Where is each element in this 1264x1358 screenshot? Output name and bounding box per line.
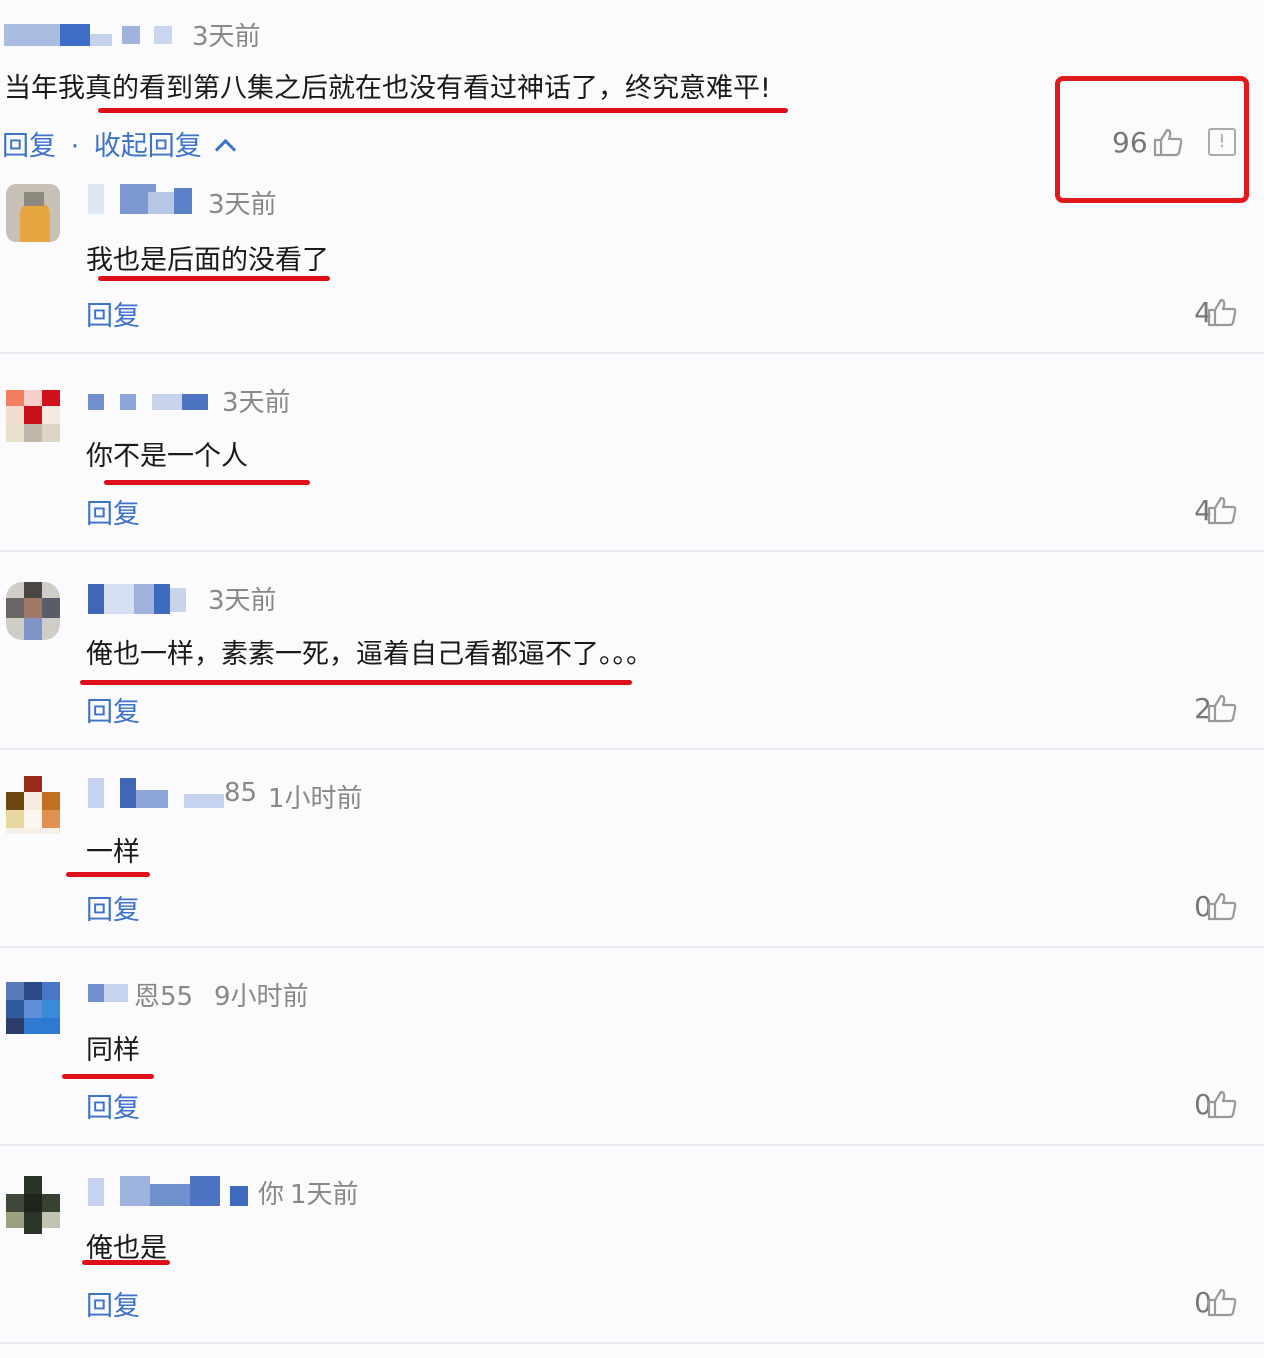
thumbs-up-icon[interactable] [1206, 1286, 1238, 1318]
red-underline [98, 108, 788, 113]
red-underline [62, 1074, 154, 1079]
reply-button[interactable]: 回复 [86, 1284, 140, 1323]
username-blurred[interactable] [88, 584, 198, 618]
divider [0, 1342, 1264, 1344]
reply-text: 你不是一个人 [86, 441, 248, 472]
reply-time: 1天前 [290, 1180, 359, 1210]
thumbs-up-icon[interactable] [1206, 1088, 1238, 1120]
username-suffix[interactable]: 你 [258, 1174, 284, 1211]
divider [0, 748, 1264, 750]
red-underline [104, 480, 310, 485]
avatar[interactable] [6, 582, 60, 640]
divider [0, 550, 1264, 552]
red-underline [82, 1260, 170, 1265]
reply-button[interactable]: 回复 [86, 1086, 140, 1125]
chevron-up-icon[interactable] [215, 138, 237, 161]
divider [0, 946, 1264, 948]
comment-actions: 回复 · 收起回复 [2, 124, 237, 163]
reply-button[interactable]: 回复 [86, 888, 140, 927]
thumbs-up-icon[interactable] [1206, 890, 1238, 922]
avatar[interactable] [6, 982, 60, 1040]
thumbs-up-icon[interactable] [1206, 494, 1238, 526]
comment-time: 3天前 [192, 22, 261, 52]
comment-text: 当年我真的看到第八集之后就在也没有看过神话了，终究意难平! [4, 73, 771, 104]
username-blurred[interactable] [88, 184, 198, 218]
avatar[interactable] [6, 184, 60, 242]
reply-time: 3天前 [222, 388, 291, 418]
reply-time: 3天前 [208, 586, 277, 616]
red-underline [80, 680, 632, 685]
divider [0, 352, 1264, 354]
reply-time: 9小时前 [214, 982, 309, 1012]
username-suffix[interactable]: 85 [224, 778, 257, 808]
username-blurred[interactable] [88, 1176, 274, 1210]
reply-text: 同样 [86, 1035, 140, 1066]
red-underline [98, 276, 330, 281]
red-underline [66, 872, 150, 877]
avatar[interactable] [6, 390, 60, 448]
username-blurred[interactable] [4, 14, 184, 50]
reply-text: 俺也一样，素素一死，逼着自己看都逼不了。。。 [86, 639, 653, 670]
reply-time: 3天前 [208, 190, 277, 220]
red-highlight-box [1055, 76, 1249, 203]
reply-time: 1小时前 [268, 784, 363, 814]
reply-button[interactable]: 回复 [2, 131, 56, 162]
reply-button[interactable]: 回复 [86, 492, 140, 531]
username-blurred[interactable] [88, 778, 224, 812]
reply-button[interactable]: 回复 [86, 294, 140, 333]
avatar[interactable] [6, 776, 60, 834]
separator: · [70, 131, 80, 162]
avatar[interactable] [6, 1176, 60, 1234]
thumbs-up-icon[interactable] [1206, 692, 1238, 724]
reply-button[interactable]: 回复 [86, 690, 140, 729]
thumbs-up-icon[interactable] [1206, 296, 1238, 328]
reply-text: 我也是后面的没看了 [86, 245, 329, 276]
username-blurred[interactable] [88, 980, 132, 1014]
divider [0, 1144, 1264, 1146]
reply-text: 一样 [86, 837, 140, 868]
username-suffix[interactable]: 恩55 [134, 976, 193, 1013]
username-blurred[interactable] [88, 390, 212, 424]
collapse-replies-button[interactable]: 收起回复 [94, 131, 202, 162]
